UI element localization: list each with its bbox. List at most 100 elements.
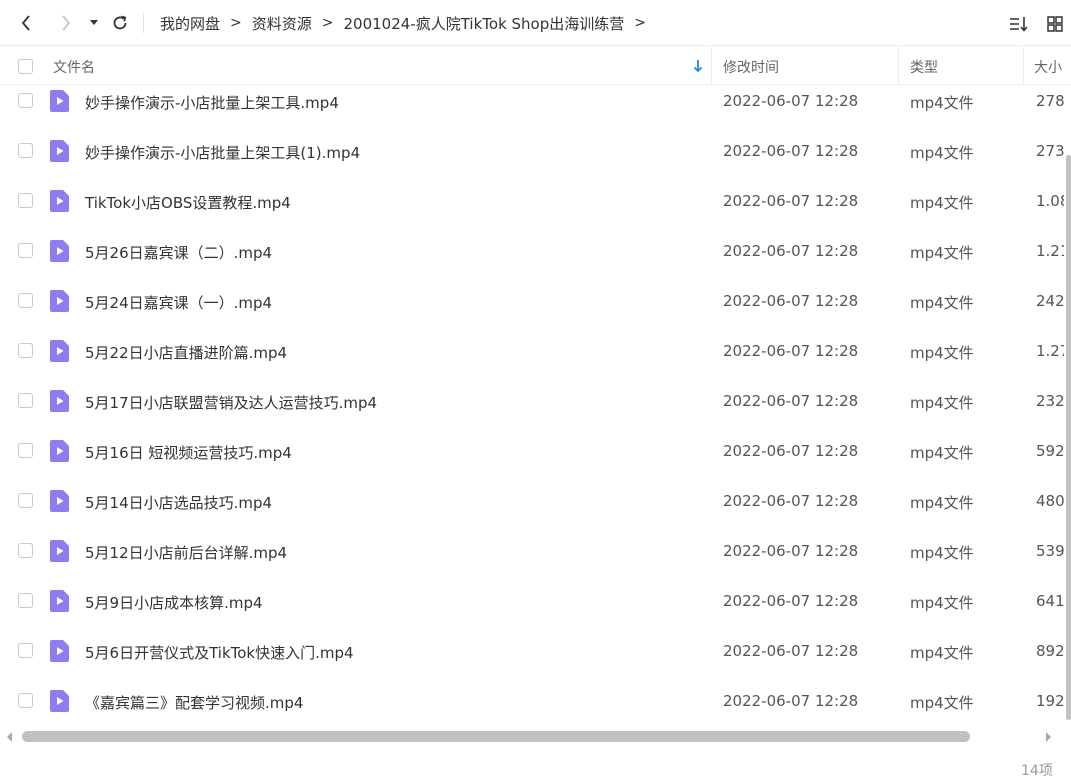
file-type: mp4文件 xyxy=(910,194,974,212)
file-type: mp4文件 xyxy=(910,444,974,462)
sort-button[interactable] xyxy=(1008,13,1030,35)
file-size: 480 xyxy=(1036,492,1064,510)
row-checkbox[interactable] xyxy=(18,193,33,208)
file-size: 539 xyxy=(1036,542,1064,560)
file-type: mp4文件 xyxy=(910,244,974,262)
horizontal-scrollbar-thumb[interactable] xyxy=(22,731,970,742)
file-size: 641 xyxy=(1036,592,1064,610)
breadcrumb-item-root[interactable]: 我的网盘 xyxy=(160,13,220,34)
refresh-button[interactable] xyxy=(108,11,132,35)
table-row[interactable]: 5月6日开营仪式及TikTok快速入门.mp4 2022-06-07 12:28… xyxy=(0,626,1071,676)
column-header-name[interactable]: 文件名 xyxy=(53,57,95,77)
sort-list-icon xyxy=(1010,17,1028,32)
file-type: mp4文件 xyxy=(910,394,974,412)
video-file-icon xyxy=(50,390,69,412)
table-row[interactable]: 妙手操作演示-小店批量上架工具.mp4 2022-06-07 12:28 mp4… xyxy=(0,76,1071,126)
grid-view-icon xyxy=(1047,16,1063,32)
video-file-icon xyxy=(50,490,69,512)
row-checkbox[interactable] xyxy=(18,93,33,108)
breadcrumb-separator: > xyxy=(230,15,242,31)
file-name[interactable]: 5月6日开营仪式及TikTok快速入门.mp4 xyxy=(85,642,354,663)
scroll-left-arrow-icon[interactable] xyxy=(7,732,12,742)
column-header-type[interactable]: 类型 xyxy=(910,57,938,77)
row-checkbox[interactable] xyxy=(18,243,33,258)
file-modified: 2022-06-07 12:28 xyxy=(723,292,859,310)
video-file-icon xyxy=(50,240,69,262)
breadcrumb-separator[interactable]: > xyxy=(634,15,646,31)
file-name[interactable]: TikTok小店OBS设置教程.mp4 xyxy=(85,192,291,213)
grid-view-button[interactable] xyxy=(1044,13,1066,35)
breadcrumb-separator: > xyxy=(321,15,334,31)
file-name[interactable]: 5月12日小店前后台详解.mp4 xyxy=(85,542,287,563)
row-checkbox[interactable] xyxy=(18,493,33,508)
file-size: 278 xyxy=(1036,92,1064,110)
file-name[interactable]: 妙手操作演示-小店批量上架工具.mp4 xyxy=(85,92,339,113)
file-size: 232 xyxy=(1036,392,1064,410)
file-name[interactable]: 5月26日嘉宾课（二）.mp4 xyxy=(85,242,272,263)
column-header-modified[interactable]: 修改时间 xyxy=(723,57,779,77)
file-name[interactable]: 妙手操作演示-小店批量上架工具(1).mp4 xyxy=(85,142,360,163)
vertical-scrollbar-thumb[interactable] xyxy=(1066,155,1071,720)
file-type: mp4文件 xyxy=(910,694,974,712)
file-size: 192 xyxy=(1036,692,1064,710)
table-row[interactable]: TikTok小店OBS设置教程.mp4 2022-06-07 12:28 mp4… xyxy=(0,176,1071,226)
table-row[interactable]: 5月12日小店前后台详解.mp4 2022-06-07 12:28 mp4文件 … xyxy=(0,526,1071,576)
table-row[interactable]: 5月14日小店选品技巧.mp4 2022-06-07 12:28 mp4文件 4… xyxy=(0,476,1071,526)
row-checkbox[interactable] xyxy=(18,443,33,458)
file-name[interactable]: 5月24日嘉宾课（一）.mp4 xyxy=(85,292,272,313)
file-name[interactable]: 5月14日小店选品技巧.mp4 xyxy=(85,492,272,513)
column-header-size[interactable]: 大小 xyxy=(1034,57,1062,77)
table-row[interactable]: 5月16日 短视频运营技巧.mp4 2022-06-07 12:28 mp4文件… xyxy=(0,426,1071,476)
video-file-icon xyxy=(50,90,69,112)
file-name[interactable]: 5月22日小店直播进阶篇.mp4 xyxy=(85,342,287,363)
table-row[interactable]: 5月17日小店联盟营销及达人运营技巧.mp4 2022-06-07 12:28 … xyxy=(0,376,1071,426)
file-type: mp4文件 xyxy=(910,94,974,112)
row-checkbox[interactable] xyxy=(18,343,33,358)
file-modified: 2022-06-07 12:28 xyxy=(723,692,859,710)
refresh-icon xyxy=(113,15,127,30)
file-type: mp4文件 xyxy=(910,644,974,662)
file-name[interactable]: 5月9日小店成本核算.mp4 xyxy=(85,592,263,613)
sort-descending-icon[interactable] xyxy=(692,58,704,74)
file-size: 1.21 xyxy=(1036,242,1064,260)
back-button[interactable] xyxy=(14,11,38,35)
row-checkbox[interactable] xyxy=(18,643,33,658)
video-file-icon xyxy=(50,290,69,312)
video-file-icon xyxy=(50,140,69,162)
table-row[interactable]: 《嘉宾篇三》配套学习视频.mp4 2022-06-07 12:28 mp4文件 … xyxy=(0,676,1071,726)
toolbar-divider xyxy=(143,13,144,33)
breadcrumb-item-resources[interactable]: 资料资源 xyxy=(252,13,312,34)
row-checkbox[interactable] xyxy=(18,393,33,408)
file-size: 273 xyxy=(1036,142,1064,160)
table-row[interactable]: 5月22日小店直播进阶篇.mp4 2022-06-07 12:28 mp4文件 … xyxy=(0,326,1071,376)
file-name[interactable]: 《嘉宾篇三》配套学习视频.mp4 xyxy=(85,692,303,713)
video-file-icon xyxy=(50,640,69,662)
breadcrumb-item-current[interactable]: 2001024-疯人院TikTok Shop出海训练营 xyxy=(344,13,625,34)
forward-button[interactable] xyxy=(54,11,78,35)
scroll-right-arrow-icon[interactable] xyxy=(1046,732,1051,742)
row-checkbox[interactable] xyxy=(18,593,33,608)
horizontal-scrollbar[interactable] xyxy=(0,728,1071,746)
history-dropdown-button[interactable] xyxy=(84,11,104,35)
file-name[interactable]: 5月17日小店联盟营销及达人运营技巧.mp4 xyxy=(85,392,377,413)
table-row[interactable]: 5月24日嘉宾课（一）.mp4 2022-06-07 12:28 mp4文件 2… xyxy=(0,276,1071,326)
file-size: 1.08 xyxy=(1036,192,1064,210)
file-list: 妙手操作演示-小店批量上架工具.mp4 2022-06-07 12:28 mp4… xyxy=(0,76,1071,726)
file-name[interactable]: 5月16日 短视频运营技巧.mp4 xyxy=(85,442,292,463)
row-checkbox[interactable] xyxy=(18,143,33,158)
select-all-checkbox[interactable] xyxy=(18,59,33,74)
table-row[interactable]: 5月26日嘉宾课（二）.mp4 2022-06-07 12:28 mp4文件 1… xyxy=(0,226,1071,276)
table-row[interactable]: 5月9日小店成本核算.mp4 2022-06-07 12:28 mp4文件 64… xyxy=(0,576,1071,626)
video-file-icon xyxy=(50,440,69,462)
file-modified: 2022-06-07 12:28 xyxy=(723,242,859,260)
file-type: mp4文件 xyxy=(910,494,974,512)
video-file-icon xyxy=(50,540,69,562)
file-modified: 2022-06-07 12:28 xyxy=(723,592,859,610)
toolbar: 我的网盘 > 资料资源 > 2001024-疯人院TikTok Shop出海训练… xyxy=(0,0,1071,46)
file-modified: 2022-06-07 12:28 xyxy=(723,192,859,210)
table-row[interactable]: 妙手操作演示-小店批量上架工具(1).mp4 2022-06-07 12:28 … xyxy=(0,126,1071,176)
row-checkbox[interactable] xyxy=(18,293,33,308)
row-checkbox[interactable] xyxy=(18,693,33,708)
file-type: mp4文件 xyxy=(910,144,974,162)
row-checkbox[interactable] xyxy=(18,543,33,558)
